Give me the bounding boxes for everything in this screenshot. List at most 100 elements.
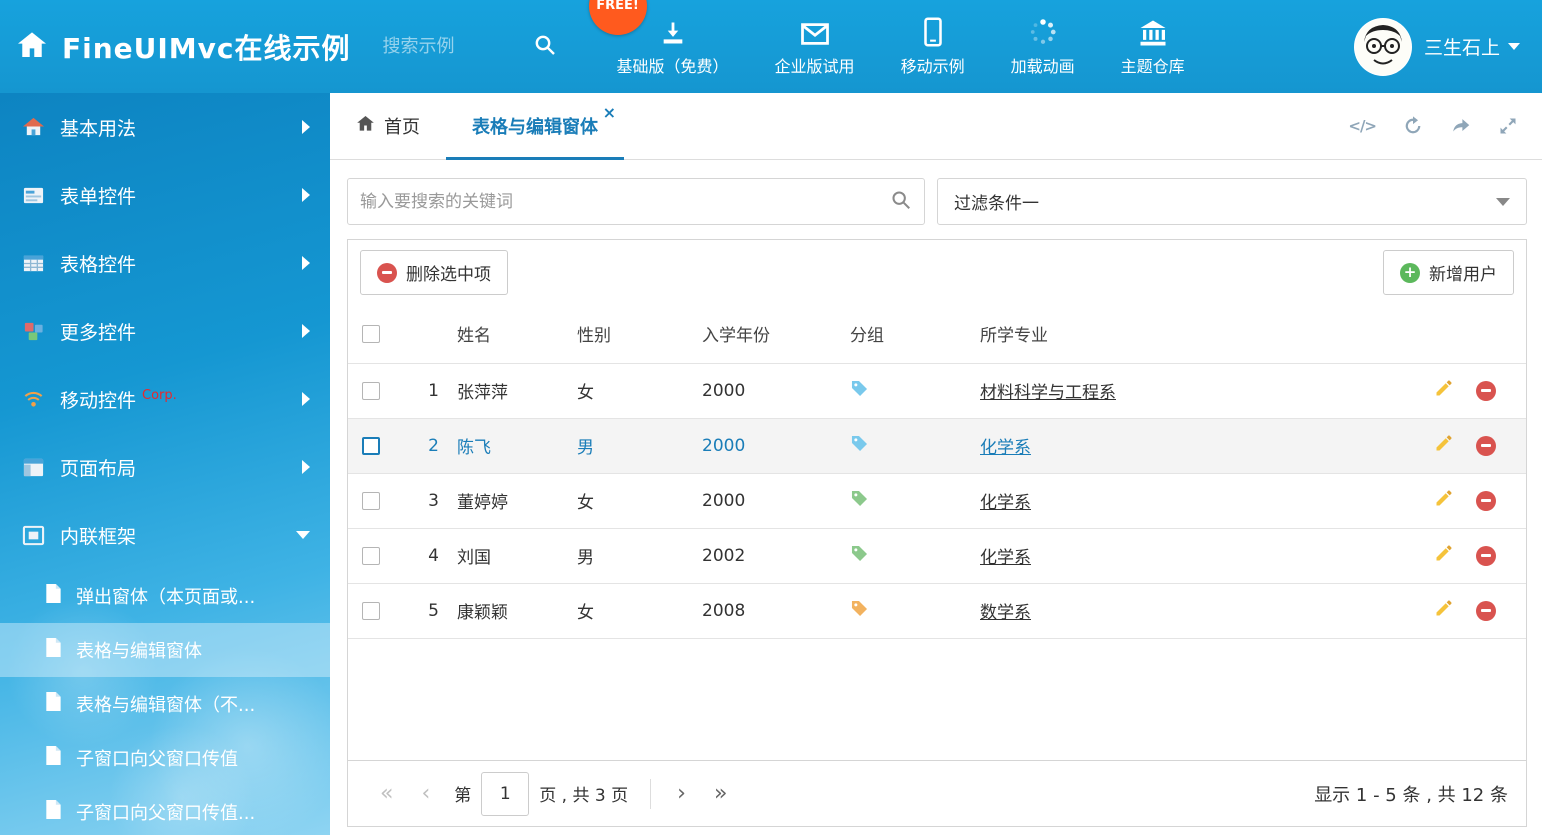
table-row[interactable]: 4 刘国 男 2002 化学系 <box>348 528 1526 583</box>
sidebar-subitem-child-to-parent-2[interactable]: 子窗口向父窗口传值... <box>0 785 330 835</box>
chevron-right-icon <box>302 256 310 270</box>
delete-selected-button[interactable]: 删除选中项 <box>360 250 508 295</box>
tag-icon[interactable] <box>850 379 869 398</box>
expand-icon[interactable] <box>1498 116 1518 136</box>
header-search-input[interactable] <box>383 36 533 57</box>
filter-dropdown[interactable]: 过滤条件一 <box>937 178 1527 225</box>
table-row[interactable]: 3 董婷婷 女 2000 化学系 <box>348 473 1526 528</box>
users-table: 姓名 性别 入学年份 分组 所学专业 1 张萍萍 女 2000 <box>348 305 1526 639</box>
search-icon[interactable] <box>533 33 557 61</box>
edit-pencil-icon[interactable] <box>1434 543 1454 568</box>
share-arrow-icon[interactable] <box>1450 115 1472 137</box>
keyword-search-input[interactable] <box>360 192 890 212</box>
col-header-name[interactable]: 姓名 <box>453 305 573 363</box>
row-checkbox[interactable] <box>362 382 380 400</box>
nav-item-loading-anim[interactable]: 加载动画 <box>1011 17 1075 77</box>
source-code-icon[interactable]: </> <box>1348 117 1376 135</box>
delete-row-icon[interactable] <box>1476 436 1496 456</box>
user-name[interactable]: 三生石上 <box>1424 33 1520 60</box>
col-header-group[interactable]: 分组 <box>846 305 976 363</box>
tag-icon[interactable] <box>850 544 869 563</box>
tab-grid-edit-window[interactable]: 表格与编辑窗体 × <box>446 93 624 159</box>
col-header-gender[interactable]: 性别 <box>573 305 698 363</box>
add-user-label: 新增用户 <box>1429 260 1497 285</box>
chevron-right-icon <box>302 120 310 134</box>
header-search[interactable] <box>383 33 557 61</box>
row-checkbox[interactable] <box>362 602 380 620</box>
sidebar-item-form-controls[interactable]: 表单控件 <box>0 161 330 229</box>
row-checkbox[interactable] <box>362 437 380 455</box>
major-link[interactable]: 数学系 <box>980 603 1031 623</box>
table-row[interactable]: 1 张萍萍 女 2000 材料科学与工程系 <box>348 363 1526 418</box>
home-tab-icon <box>356 114 375 138</box>
sidebar-item-more-controls[interactable]: 更多控件 <box>0 297 330 365</box>
delete-row-icon[interactable] <box>1476 491 1496 511</box>
tag-icon[interactable] <box>850 434 869 453</box>
nav-item-theme-store[interactable]: 主题仓库 <box>1121 17 1185 77</box>
sidebar-subitem-grid-edit-window[interactable]: 表格与编辑窗体 <box>0 623 330 677</box>
cell-gender: 男 <box>573 528 698 583</box>
tab-home[interactable]: 首页 <box>330 93 446 159</box>
user-menu[interactable]: 三生石上 <box>1354 18 1520 76</box>
tag-icon[interactable] <box>850 489 869 508</box>
close-icon[interactable]: × <box>603 103 616 122</box>
nav-item-enterprise-trial[interactable]: 企业版试用 <box>775 17 855 77</box>
spinner-icon <box>1028 17 1058 47</box>
sidebar-subitem-label: 表格与编辑窗体 <box>76 637 202 663</box>
delete-row-icon[interactable] <box>1476 601 1496 621</box>
search-icon[interactable] <box>890 189 912 215</box>
page-label-prefix: 第 <box>454 781 471 806</box>
major-link[interactable]: 材料科学与工程系 <box>980 383 1116 403</box>
sidebar-item-basic-usage[interactable]: 基本用法 <box>0 93 330 161</box>
tag-icon[interactable] <box>850 599 869 618</box>
add-user-button[interactable]: + 新增用户 <box>1383 250 1514 295</box>
sidebar-subitem-label: 子窗口向父窗口传值... <box>76 799 255 825</box>
sidebar-subitem-label: 子窗口向父窗口传值 <box>76 745 238 771</box>
refresh-icon[interactable] <box>1402 115 1424 137</box>
major-link[interactable]: 化学系 <box>980 438 1031 458</box>
sidebar-item-mobile-controls[interactable]: 移动控件 Corp. <box>0 365 330 433</box>
first-page-button[interactable]: « <box>366 781 407 806</box>
tab-label: 首页 <box>384 113 420 139</box>
row-checkbox[interactable] <box>362 547 380 565</box>
table-row[interactable]: 2 陈飞 男 2000 化学系 <box>348 418 1526 473</box>
col-header-year[interactable]: 入学年份 <box>698 305 846 363</box>
nav-item-mobile-demo[interactable]: 移动示例 <box>901 17 965 77</box>
sidebar-item-inline-frame[interactable]: 内联框架 <box>0 501 330 569</box>
user-avatar[interactable] <box>1354 18 1412 76</box>
row-checkbox[interactable] <box>362 492 380 510</box>
prev-page-button[interactable]: ‹ <box>407 781 444 806</box>
edit-pencil-icon[interactable] <box>1434 433 1454 458</box>
cell-gender: 女 <box>573 363 698 418</box>
sidebar-item-table-controls[interactable]: 表格控件 <box>0 229 330 297</box>
keyword-search[interactable] <box>347 178 925 225</box>
chevron-down-icon <box>296 531 310 539</box>
table-row[interactable]: 5 康颖颖 女 2008 数学系 <box>348 583 1526 638</box>
edit-pencil-icon[interactable] <box>1434 598 1454 623</box>
row-number: 3 <box>398 473 453 528</box>
grid-panel: 删除选中项 + 新增用户 姓名 性别 <box>347 239 1527 827</box>
edit-pencil-icon[interactable] <box>1434 378 1454 403</box>
col-header-major[interactable]: 所学专业 <box>976 305 1398 363</box>
major-link[interactable]: 化学系 <box>980 493 1031 513</box>
delete-row-icon[interactable] <box>1476 546 1496 566</box>
sidebar-subitem-popup-window[interactable]: 弹出窗体（本页面或... <box>0 569 330 623</box>
last-page-button[interactable]: » <box>700 781 741 806</box>
sidebar-subitem-grid-edit-window-2[interactable]: 表格与编辑窗体（不... <box>0 677 330 731</box>
sidebar-item-page-layout[interactable]: 页面布局 <box>0 433 330 501</box>
grid-toolbar: 删除选中项 + 新增用户 <box>348 240 1526 305</box>
page-number-input[interactable] <box>481 772 529 816</box>
next-page-button[interactable]: › <box>663 781 700 806</box>
edit-pencil-icon[interactable] <box>1434 488 1454 513</box>
row-number: 2 <box>398 418 453 473</box>
home-icon[interactable] <box>16 29 48 65</box>
layout-icon <box>20 456 46 479</box>
sidebar-subitem-child-to-parent[interactable]: 子窗口向父窗口传值 <box>0 731 330 785</box>
page-content: 过滤条件一 删除选中项 + 新增用户 <box>330 160 1542 835</box>
select-all-checkbox[interactable] <box>362 325 380 343</box>
sidebar-item-label: 移动控件 <box>60 386 136 413</box>
major-link[interactable]: 化学系 <box>980 548 1031 568</box>
header-nav: FREE! 基础版（免费） 企业版试用 移动示例 <box>617 17 1185 77</box>
delete-row-icon[interactable] <box>1476 381 1496 401</box>
plus-circle-icon: + <box>1400 263 1420 283</box>
